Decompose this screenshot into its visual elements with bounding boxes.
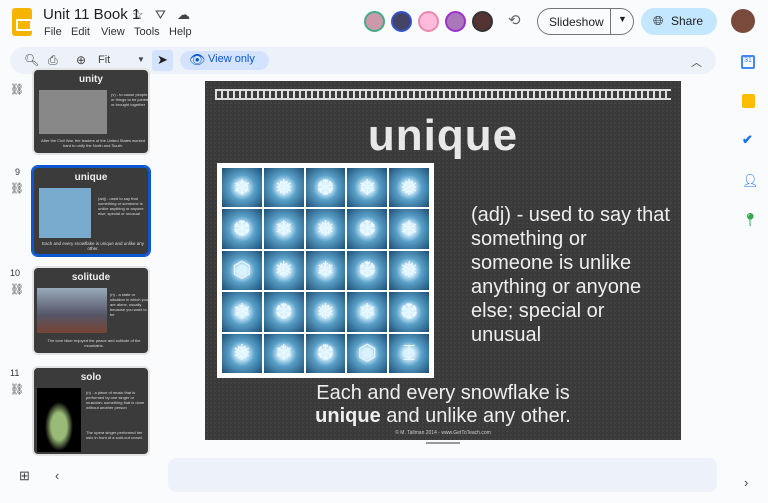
thumb-sentence: Each and every snowflake is unique and u… — [41, 241, 145, 251]
sentence-rest: and unlike any other. — [380, 405, 571, 427]
linked-slide-icon: ⛓ — [10, 84, 24, 96]
thumb-image — [39, 90, 107, 134]
notes-resize-handle[interactable] — [426, 442, 460, 444]
linked-slide-icon: ⛓ — [10, 284, 24, 296]
linked-slide-icon: ⛓ — [10, 183, 24, 195]
slideshow-dropdown-icon[interactable]: ▼ — [618, 14, 627, 24]
calendar-icon[interactable]: 31 — [741, 55, 755, 69]
search-icon[interactable]: 🔍︎ — [24, 53, 39, 67]
zoom-select[interactable]: Fit — [98, 54, 110, 66]
contacts-icon[interactable]: 👤︎ — [742, 173, 759, 189]
sentence-line1: Each and every snowflake is — [316, 382, 570, 404]
view-only-label: View only — [208, 53, 255, 65]
avatar[interactable] — [445, 11, 466, 32]
thumb-title: unity — [79, 74, 103, 85]
version-history-icon[interactable]: ⟲ — [508, 11, 521, 29]
menu-tools[interactable]: Tools — [134, 26, 160, 38]
menu-file[interactable]: File — [44, 26, 62, 38]
eye-icon: 👁︎ — [189, 52, 206, 67]
slide-thumbnail-10[interactable]: solitude (n) - a state or situation in w… — [32, 266, 150, 355]
avatar[interactable] — [391, 11, 412, 32]
print-icon[interactable]: ⎙ — [48, 53, 58, 68]
avatar[interactable] — [472, 11, 493, 32]
thumb-definition: (v) - to cause people or things to be jo… — [111, 92, 149, 107]
collapse-filmstrip-icon[interactable]: ‹ — [55, 468, 59, 483]
thumb-sentence: After the Civil War, the leaders of the … — [40, 138, 146, 148]
globe-icon: 🌐︎ — [653, 13, 664, 28]
avatar[interactable] — [418, 11, 439, 32]
cloud-saved-icon[interactable]: ☁ — [177, 7, 190, 23]
thumb-image — [37, 388, 81, 452]
keep-icon[interactable] — [742, 94, 755, 108]
thumb-title: unique — [74, 172, 108, 183]
thumb-title: solitude — [71, 272, 111, 283]
zoom-icon[interactable]: ⊕ — [76, 53, 86, 67]
slide-number: 9 — [15, 167, 21, 177]
zoom-dropdown-icon[interactable]: ▼ — [137, 55, 145, 64]
slide-credit: © M. Tallman 2014 - www.GetToTeach.com — [395, 430, 491, 436]
speaker-notes[interactable] — [168, 458, 717, 492]
thumb-image — [39, 188, 91, 238]
thumb-title: solo — [80, 372, 102, 383]
thumb-definition: (n) - a piece of music that is performed… — [86, 390, 145, 410]
share-button[interactable]: 🌐︎ Share — [641, 8, 717, 35]
account-avatar[interactable] — [731, 9, 755, 33]
grid-view-icon[interactable]: ⊞ — [19, 468, 30, 484]
slideshow-label: Slideshow — [549, 15, 604, 29]
slide-thumbnail-11[interactable]: solo (n) - a piece of music that is perf… — [32, 366, 150, 456]
slide-definition: (adj) - used to say that something or so… — [471, 204, 670, 346]
greek-key-border — [215, 89, 671, 100]
snowflake-image: ❄ ❅ ❆ ❄ ❅ ❆ ❄ ❅ ❆ ❄ ⬡ ❅ ❄ ❆ ❅ ❄ ❆ ❅ ❄ ❆ ❅ ❄ ❆ ⬡ ⌶ — [217, 163, 434, 378]
linked-slide-icon: ⛓ — [10, 384, 24, 396]
slide-number: 10 — [10, 268, 21, 278]
thumb-definition: (n) - a state or situation in which you … — [110, 292, 149, 317]
thumb-image — [37, 288, 107, 333]
select-cursor-icon[interactable]: ➤ — [152, 50, 173, 71]
thumb-sentence: The lone hiker enjoyed the peace and sol… — [47, 338, 141, 348]
slide-thumbnail-9[interactable]: unique (adj) - used to say that somethin… — [31, 165, 151, 257]
slide-title: unique — [367, 111, 519, 160]
thumb-definition: (adj) - used to say that something or so… — [98, 196, 144, 216]
avatar[interactable] — [364, 11, 385, 32]
tasks-icon[interactable]: ✔ — [742, 132, 753, 148]
slide-sentence: Each and every snowflake is unique and u… — [205, 382, 681, 428]
share-label: Share — [671, 14, 704, 28]
menu-help[interactable]: Help — [169, 26, 192, 38]
collapse-toolbar-icon[interactable]: ︿ — [691, 54, 702, 70]
thumb-sentence: The opera singer performed her solo in f… — [86, 430, 143, 440]
slideshow-button[interactable]: Slideshow ▼ — [537, 8, 634, 35]
slide-number: 11 — [10, 368, 20, 378]
menu-edit[interactable]: Edit — [71, 26, 90, 38]
sentence-bold: unique — [315, 405, 381, 427]
move-to-drive-icon[interactable]: ⛛ — [155, 7, 166, 23]
slide-thumbnail-8[interactable]: unity (v) - to cause people or things to… — [32, 68, 150, 155]
maps-icon[interactable]: 📍︎ — [742, 212, 759, 228]
slide-canvas: unique ❄ ❅ ❆ ❄ ❅ ❆ ❄ ❅ ❆ ❄ ⬡ ❅ ❄ ❆ ❅ ❄ ❆ ❅ ❄ ❆ ❅ ❄ ❆ ⬡ ⌶ (ad… — [205, 81, 681, 440]
star-icon[interactable]: ☆ — [132, 7, 144, 23]
document-title[interactable]: Unit 11 Book 1 — [43, 6, 140, 23]
menu-view[interactable]: View — [101, 26, 125, 38]
slides-logo[interactable] — [12, 8, 32, 36]
view-only-button[interactable]: 👁︎ View only — [180, 51, 269, 70]
expand-side-panel-icon[interactable]: › — [744, 475, 748, 490]
